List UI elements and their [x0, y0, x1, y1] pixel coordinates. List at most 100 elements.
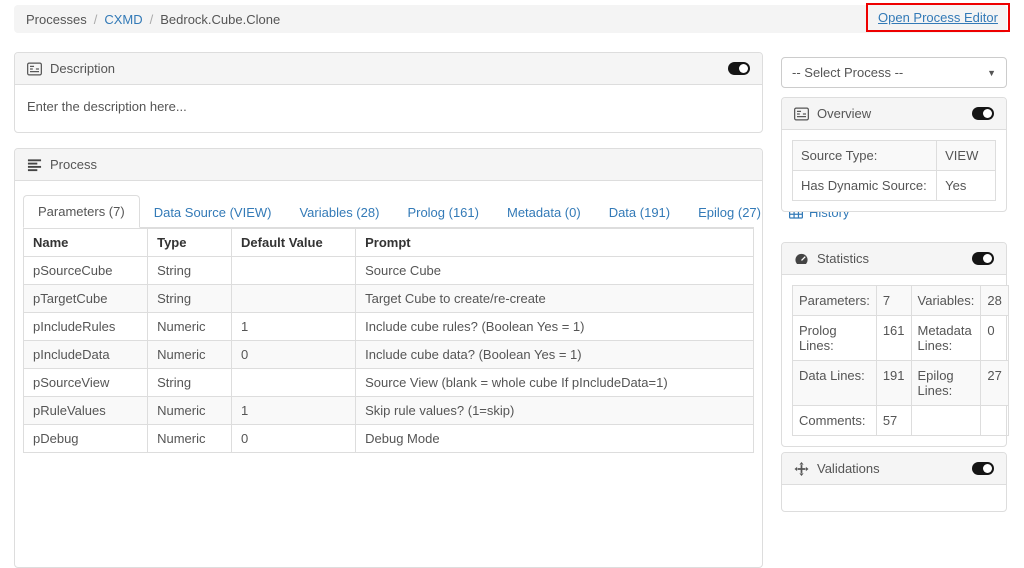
cell-prompt: Skip rule values? (1=skip): [356, 397, 754, 425]
table-row: pIncludeRules Numeric 1 Include cube rul…: [24, 313, 754, 341]
stat-label: [911, 406, 981, 436]
cell-prompt: Include cube data? (Boolean Yes = 1): [356, 341, 754, 369]
parameters-table: Name Type Default Value Prompt pSourceCu…: [23, 228, 754, 453]
tab-label: Data (191): [609, 205, 670, 220]
cell-name: pSourceView: [24, 369, 148, 397]
tab-variables[interactable]: Variables (28): [285, 197, 393, 228]
process-panel-header: Process: [15, 149, 762, 181]
overview-panel: Overview Source Type: VIEW Has Dynamic S…: [781, 97, 1007, 212]
tab-parameters[interactable]: Parameters (7): [23, 195, 140, 228]
overview-value: Yes: [937, 171, 996, 201]
stat-label: Comments:: [793, 406, 877, 436]
breadcrumb: Processes / CXMD / Bedrock.Cube.Clone: [14, 5, 1007, 33]
stat-label: Variables:: [911, 286, 981, 316]
tab-label: Epilog (27): [698, 205, 761, 220]
tab-label: Data Source (VIEW): [154, 205, 272, 220]
cell-type: Numeric: [148, 341, 232, 369]
table-row: pRuleValues Numeric 1 Skip rule values? …: [24, 397, 754, 425]
stat-value: [981, 406, 1008, 436]
table-row: Source Type: VIEW: [793, 141, 996, 171]
validations-panel-header: Validations: [782, 453, 1006, 485]
table-row: Has Dynamic Source: Yes: [793, 171, 996, 201]
process-panel: Process Parameters (7) Data Source (VIEW…: [14, 148, 763, 568]
stat-value: 28: [981, 286, 1008, 316]
stat-label: Epilog Lines:: [911, 361, 981, 406]
breadcrumb-separator: /: [94, 12, 98, 27]
overview-value: VIEW: [937, 141, 996, 171]
tab-data-source[interactable]: Data Source (VIEW): [140, 197, 286, 228]
annotation-highlight-box: Open Process Editor: [866, 3, 1010, 32]
column-header-name: Name: [24, 229, 148, 257]
process-select[interactable]: -- Select Process -- ▼: [781, 57, 1007, 88]
tab-metadata[interactable]: Metadata (0): [493, 197, 595, 228]
cell-type: Numeric: [148, 397, 232, 425]
table-row: pTargetCube String Target Cube to create…: [24, 285, 754, 313]
overview-collapse-toggle[interactable]: [972, 107, 994, 120]
table-row: pDebug Numeric 0 Debug Mode: [24, 425, 754, 453]
overview-table: Source Type: VIEW Has Dynamic Source: Ye…: [792, 140, 996, 201]
tab-label: Parameters (7): [38, 204, 125, 219]
cell-default: 1: [232, 313, 356, 341]
cell-type: String: [148, 369, 232, 397]
overview-label: Has Dynamic Source:: [793, 171, 937, 201]
process-select-value: -- Select Process --: [792, 65, 903, 80]
process-tabs: Parameters (7) Data Source (VIEW) Variab…: [23, 195, 754, 228]
description-panel: Description Enter the description here..…: [14, 52, 763, 133]
stat-value: 0: [981, 316, 1008, 361]
table-row: Parameters: 7 Variables: 28: [793, 286, 1009, 316]
cell-name: pIncludeRules: [24, 313, 148, 341]
stat-value: 27: [981, 361, 1008, 406]
description-text[interactable]: Enter the description here...: [15, 85, 762, 128]
table-row: Prolog Lines: 161 Metadata Lines: 0: [793, 316, 1009, 361]
statistics-collapse-toggle[interactable]: [972, 252, 994, 265]
tab-prolog[interactable]: Prolog (161): [393, 197, 493, 228]
cell-name: pDebug: [24, 425, 148, 453]
breadcrumb-root: Processes: [26, 12, 87, 27]
table-row: Comments: 57: [793, 406, 1009, 436]
overview-panel-title: Overview: [817, 106, 871, 121]
cell-name: pTargetCube: [24, 285, 148, 313]
column-header-prompt: Prompt: [356, 229, 754, 257]
overview-panel-header: Overview: [782, 98, 1006, 130]
cell-default: [232, 369, 356, 397]
table-header-row: Name Type Default Value Prompt: [24, 229, 754, 257]
stat-value: 191: [876, 361, 911, 406]
statistics-panel-title: Statistics: [817, 251, 869, 266]
cell-default: [232, 257, 356, 285]
cell-prompt: Source View (blank = whole cube If pIncl…: [356, 369, 754, 397]
gauge-icon: [794, 252, 809, 266]
open-process-editor-link[interactable]: Open Process Editor: [878, 10, 998, 25]
statistics-panel-header: Statistics: [782, 243, 1006, 275]
breadcrumb-current: Bedrock.Cube.Clone: [160, 12, 280, 27]
process-panel-title: Process: [50, 157, 97, 172]
cell-type: Numeric: [148, 313, 232, 341]
cell-default: 0: [232, 341, 356, 369]
description-collapse-toggle[interactable]: [728, 62, 750, 75]
cell-prompt: Target Cube to create/re-create: [356, 285, 754, 313]
cell-type: String: [148, 285, 232, 313]
card-icon: [27, 62, 42, 76]
breadcrumb-group-link[interactable]: CXMD: [104, 12, 142, 27]
tab-label: Variables (28): [299, 205, 379, 220]
stat-value: 7: [876, 286, 911, 316]
tab-data[interactable]: Data (191): [595, 197, 684, 228]
stat-value: 57: [876, 406, 911, 436]
breadcrumb-separator: /: [150, 12, 154, 27]
cell-default: [232, 285, 356, 313]
card-icon: [794, 107, 809, 121]
validations-panel-title: Validations: [817, 461, 880, 476]
validations-panel: Validations: [781, 452, 1007, 512]
cell-prompt: Source Cube: [356, 257, 754, 285]
validations-collapse-toggle[interactable]: [972, 462, 994, 475]
stat-label: Prolog Lines:: [793, 316, 877, 361]
stat-label: Metadata Lines:: [911, 316, 981, 361]
table-row: pSourceCube String Source Cube: [24, 257, 754, 285]
cell-prompt: Debug Mode: [356, 425, 754, 453]
column-header-default: Default Value: [232, 229, 356, 257]
cell-prompt: Include cube rules? (Boolean Yes = 1): [356, 313, 754, 341]
cell-default: 1: [232, 397, 356, 425]
tab-label: Prolog (161): [407, 205, 479, 220]
process-panel-body: Parameters (7) Data Source (VIEW) Variab…: [15, 181, 762, 465]
cell-type: Numeric: [148, 425, 232, 453]
tab-epilog[interactable]: Epilog (27): [684, 197, 775, 228]
